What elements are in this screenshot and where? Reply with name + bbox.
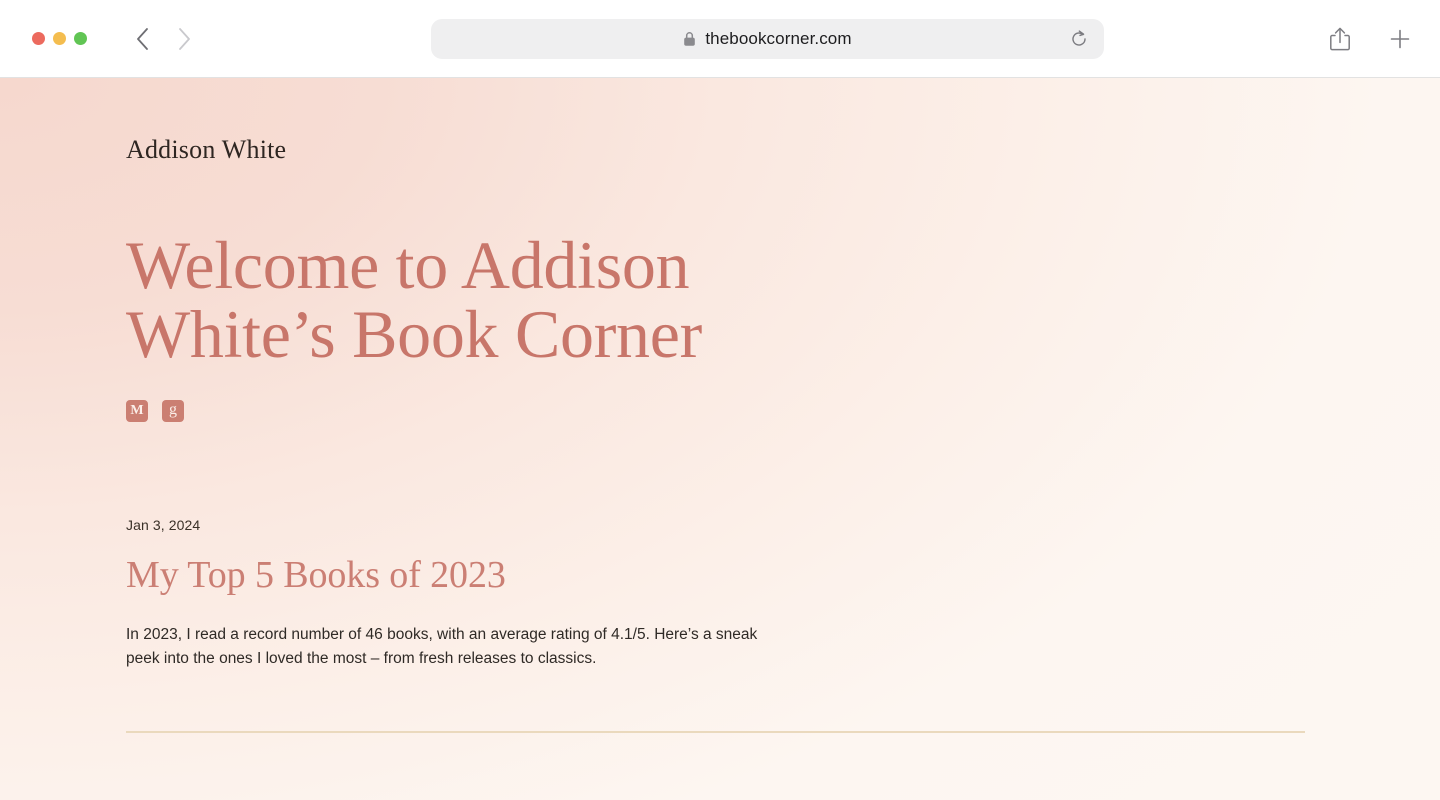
page-viewport: Addison White Welcome to Addison White’s… bbox=[0, 78, 1440, 800]
social-link-medium[interactable]: M bbox=[126, 399, 148, 422]
new-tab-button[interactable] bbox=[1386, 25, 1414, 53]
post-date: Jan 3, 2024 bbox=[126, 516, 201, 533]
goodreads-icon: g bbox=[169, 400, 177, 418]
forward-button[interactable] bbox=[171, 26, 197, 52]
chevron-right-icon bbox=[178, 27, 190, 50]
share-icon bbox=[1330, 27, 1350, 50]
url-group: thebookcorner.com bbox=[683, 29, 852, 49]
browser-toolbar: thebookcorner.com bbox=[0, 0, 1440, 78]
reload-icon bbox=[1072, 30, 1086, 46]
site-logo-text[interactable]: Addison White bbox=[126, 135, 286, 165]
toolbar-actions bbox=[1326, 25, 1414, 53]
plus-icon bbox=[1390, 29, 1410, 48]
page-content: Addison White Welcome to Addison White’s… bbox=[0, 78, 1440, 733]
post-excerpt: In 2023, I read a record number of 46 bo… bbox=[126, 625, 758, 667]
share-button[interactable] bbox=[1326, 25, 1354, 53]
window-controls bbox=[32, 32, 87, 45]
address-bar-container: thebookcorner.com bbox=[431, 19, 1104, 59]
post-item: Jan 3, 2024 My Top 5 Books of 2023 In 20… bbox=[126, 517, 1314, 733]
lock-icon bbox=[684, 32, 696, 46]
url-text: thebookcorner.com bbox=[705, 29, 852, 48]
minimize-window-button[interactable] bbox=[53, 32, 66, 45]
back-button[interactable] bbox=[129, 26, 155, 52]
reload-button[interactable] bbox=[1066, 26, 1092, 52]
close-window-button[interactable] bbox=[32, 32, 45, 45]
hero-section: Welcome to Addison White’s Book Corner M… bbox=[126, 227, 1314, 422]
post-divider bbox=[126, 730, 1305, 733]
post-list: Jan 3, 2024 My Top 5 Books of 2023 In 20… bbox=[126, 517, 1314, 733]
navigation-controls bbox=[129, 26, 197, 52]
social-link-goodreads[interactable]: g bbox=[162, 399, 184, 422]
address-bar[interactable]: thebookcorner.com bbox=[431, 19, 1104, 59]
maximize-window-button[interactable] bbox=[74, 32, 87, 45]
post-title-link[interactable]: My Top 5 Books of 2023 bbox=[126, 553, 506, 597]
medium-icon: M bbox=[130, 402, 144, 418]
social-links: M g bbox=[126, 399, 1314, 422]
page-title: Welcome to Addison White’s Book Corner bbox=[126, 227, 702, 373]
chevron-left-icon bbox=[136, 27, 148, 50]
